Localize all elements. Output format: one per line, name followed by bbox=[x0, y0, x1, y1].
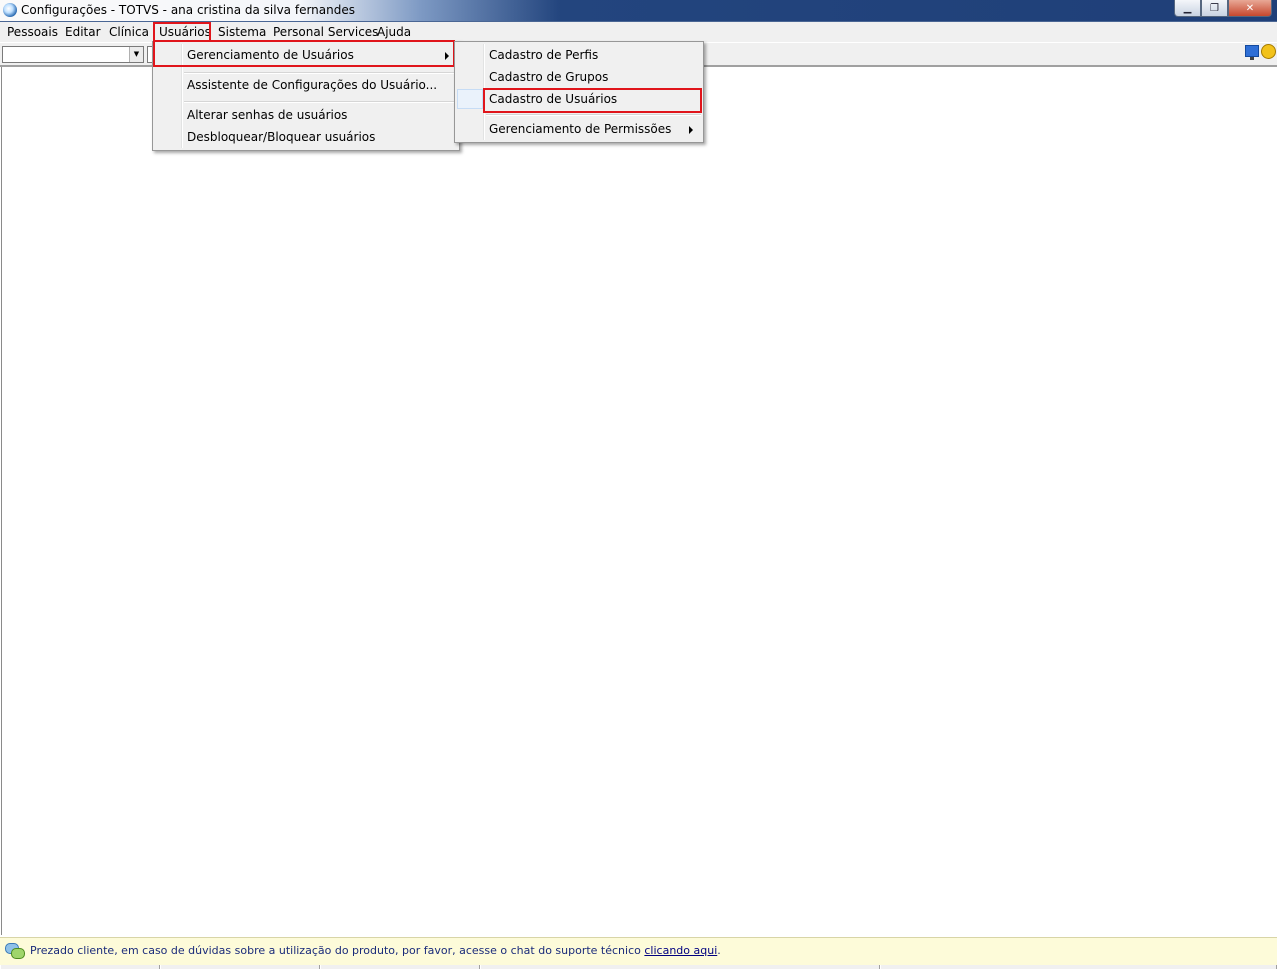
bottom-status-panels bbox=[0, 965, 1277, 969]
chat-bubbles-icon bbox=[5, 943, 25, 959]
monitor-icon[interactable] bbox=[1245, 45, 1259, 60]
window-controls: ▁ ❐ ✕ bbox=[1174, 0, 1272, 17]
menuitem-cadastro-grupos[interactable]: Cadastro de Grupos bbox=[457, 67, 701, 87]
menuitem-gerenciamento-permissoes[interactable]: Gerenciamento de Permissões bbox=[457, 119, 701, 139]
cadastro-usuarios-highlight-box bbox=[483, 88, 702, 113]
status-panel bbox=[160, 965, 320, 969]
menu-clinica[interactable]: Clínica bbox=[107, 24, 151, 40]
menu-sistema[interactable]: Sistema bbox=[216, 24, 268, 40]
window-title: Configurações - TOTVS - ana cristina da … bbox=[21, 3, 355, 17]
menuitem-alterar-senhas[interactable]: Alterar senhas de usuários bbox=[155, 105, 457, 125]
menu-separator bbox=[184, 101, 457, 103]
title-bar: Configurações - TOTVS - ana cristina da … bbox=[0, 0, 1277, 22]
smiley-icon[interactable] bbox=[1261, 44, 1276, 59]
status-panel bbox=[880, 965, 1277, 969]
support-message: Prezado cliente, em caso de dúvidas sobr… bbox=[30, 944, 721, 957]
app-globe-icon[interactable] bbox=[3, 3, 17, 17]
support-status-bar: Prezado cliente, em caso de dúvidas sobr… bbox=[0, 937, 1277, 965]
menuitem-desbloquear-bloquear[interactable]: Desbloquear/Bloquear usuários bbox=[155, 127, 457, 147]
menu-editar[interactable]: Editar bbox=[63, 24, 103, 40]
close-button[interactable]: ✕ bbox=[1228, 0, 1272, 17]
menu-separator bbox=[184, 72, 457, 74]
usuarios-highlight-box bbox=[153, 22, 211, 42]
restore-button[interactable]: ❐ bbox=[1201, 0, 1228, 17]
status-panel bbox=[480, 965, 880, 969]
menu-pessoais[interactable]: Pessoais bbox=[5, 24, 60, 40]
menu-separator bbox=[486, 114, 701, 116]
support-chat-link[interactable]: clicando aqui bbox=[644, 944, 717, 957]
minimize-button[interactable]: ▁ bbox=[1174, 0, 1201, 17]
status-panel bbox=[320, 965, 480, 969]
menu-ajuda[interactable]: Ajuda bbox=[375, 24, 413, 40]
gerenciamento-highlight-box bbox=[153, 40, 455, 67]
menuitem-assistente-configuracoes[interactable]: Assistente de Configurações do Usuário..… bbox=[155, 75, 457, 95]
toolbar-combo[interactable]: ▼ bbox=[2, 46, 144, 63]
main-workspace bbox=[1, 67, 1277, 935]
status-panel bbox=[0, 965, 160, 969]
menuitem-cadastro-perfis[interactable]: Cadastro de Perfis bbox=[457, 45, 701, 65]
submenu-arrow-icon bbox=[689, 126, 693, 134]
menu-personal-services[interactable]: Personal Services bbox=[271, 24, 380, 40]
chevron-down-icon[interactable]: ▼ bbox=[129, 47, 143, 62]
